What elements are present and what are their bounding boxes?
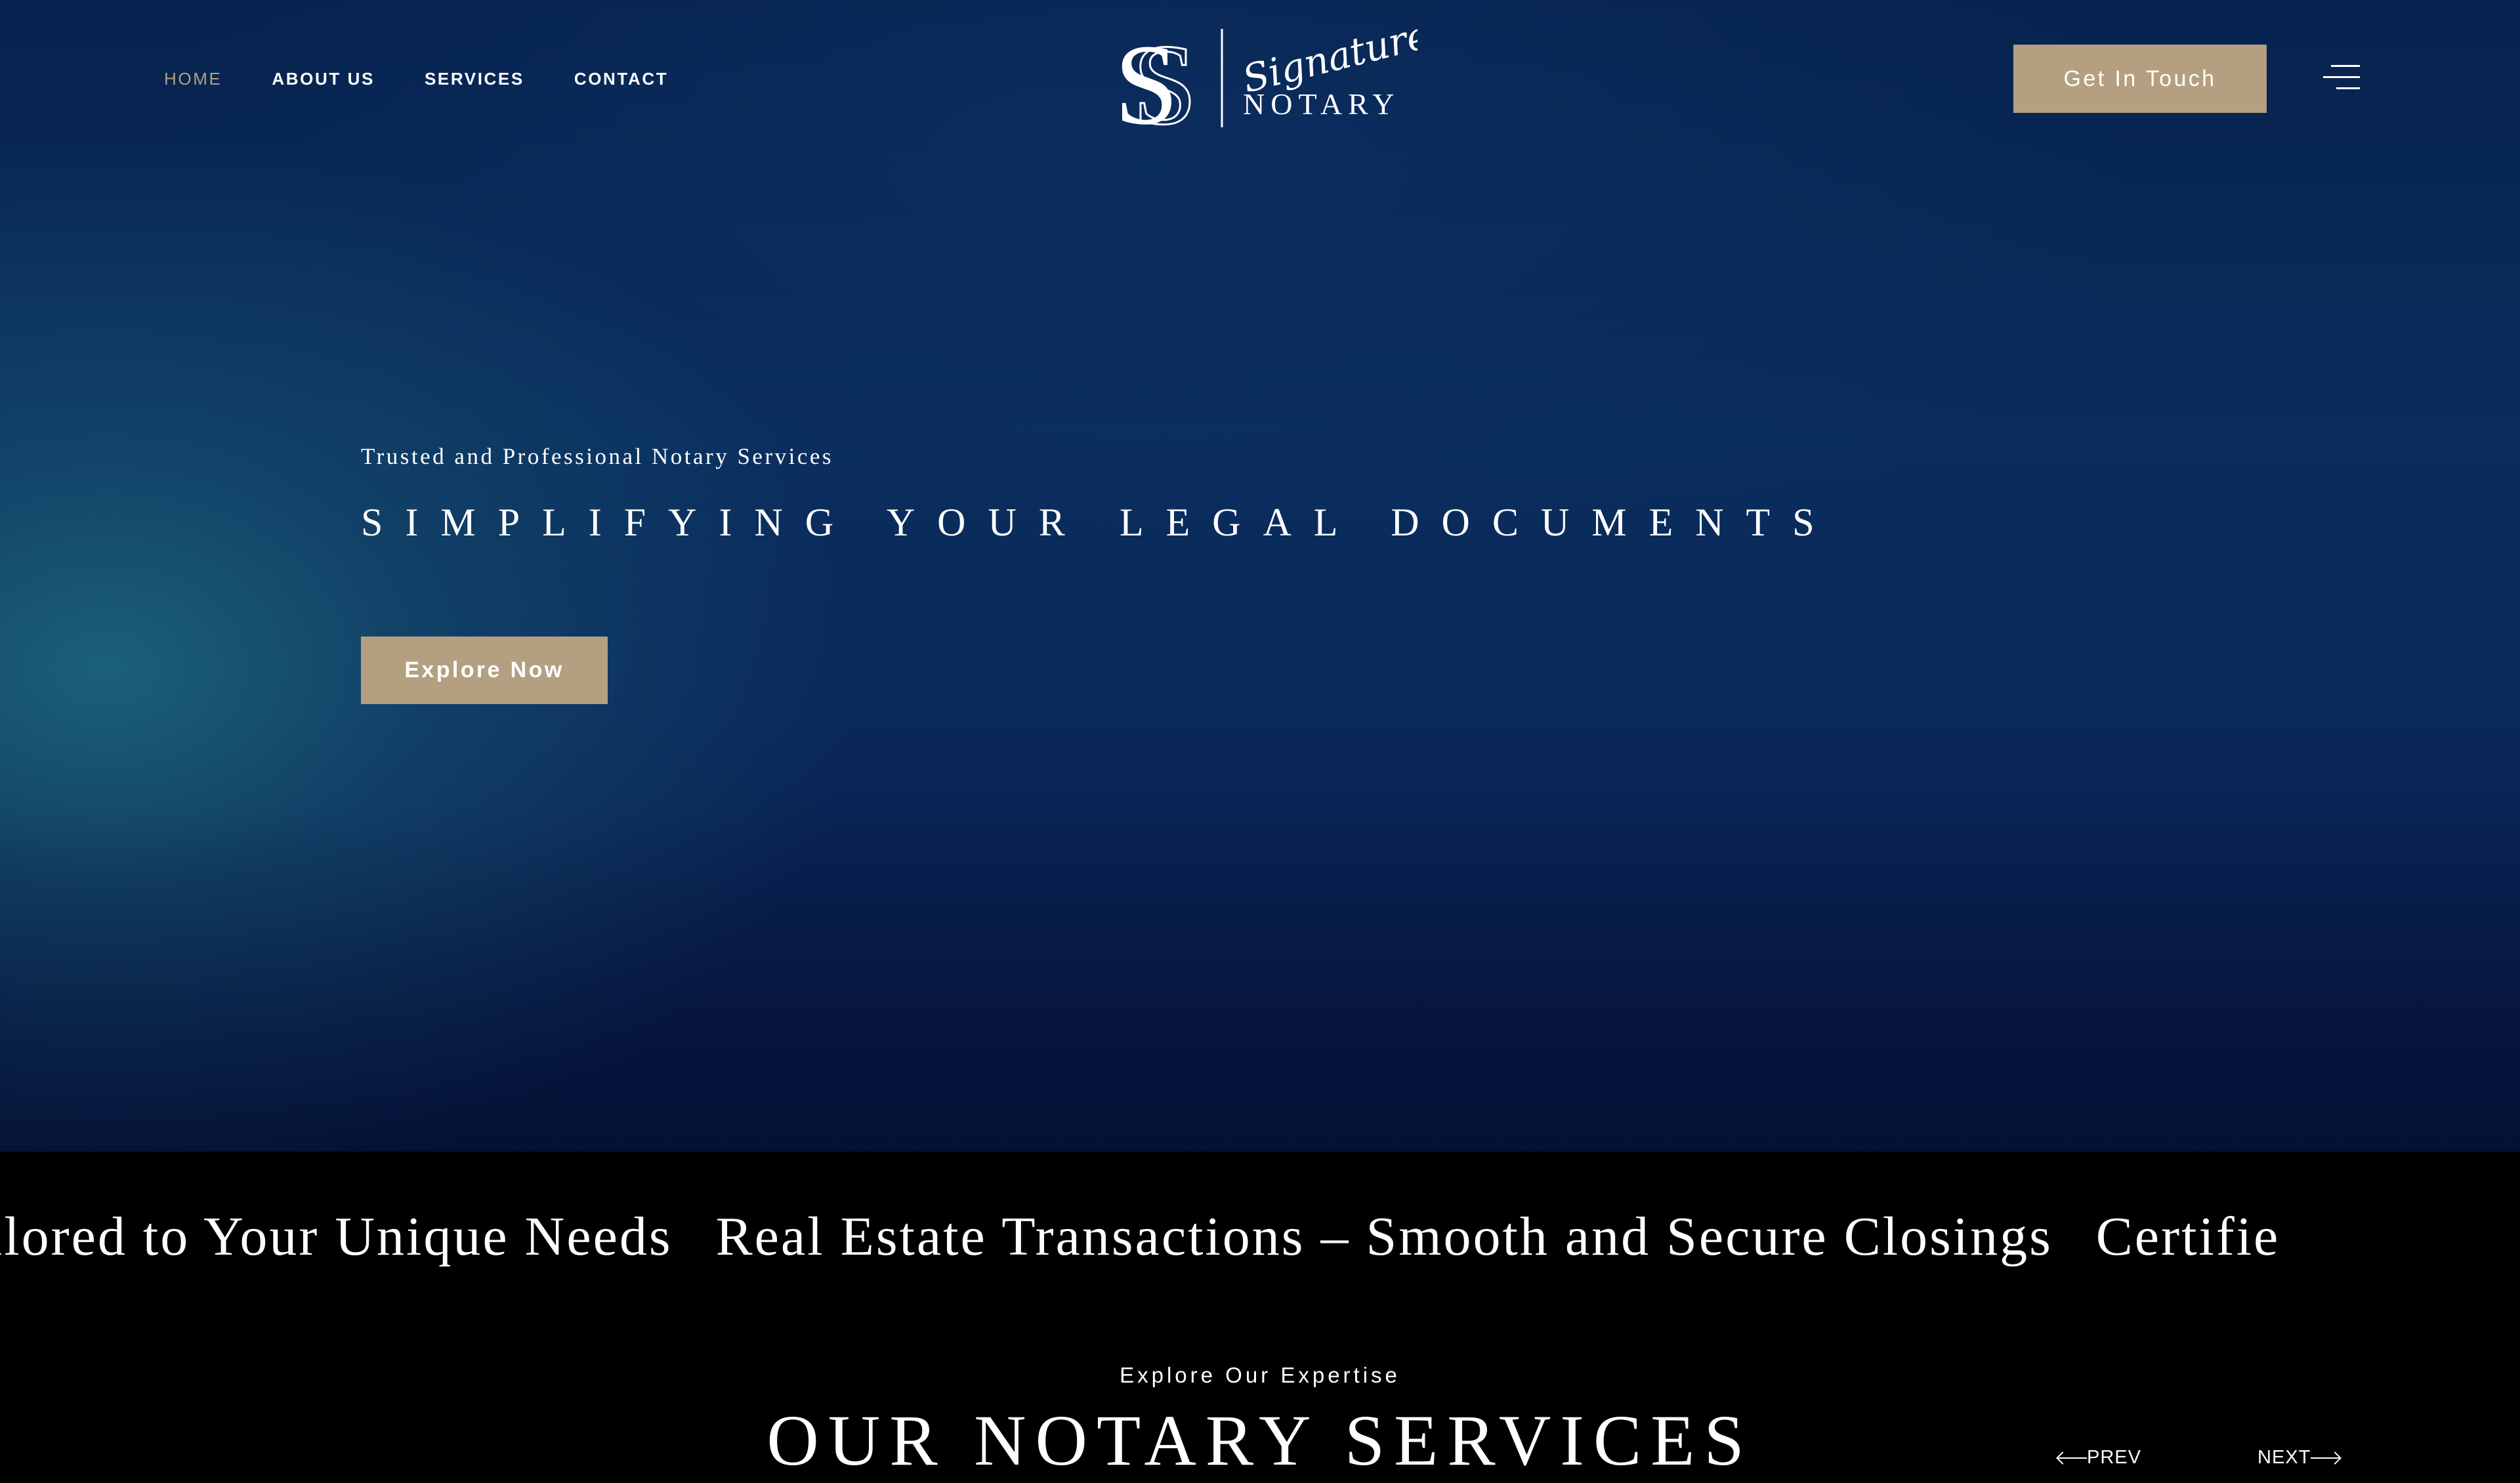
signature-notary-logo[interactable]: S S Signature NOTARY: [1116, 25, 1418, 133]
hero-tagline: Trusted and Professional Notary Services: [361, 444, 834, 469]
prev-label: PREV: [2087, 1447, 2141, 1468]
marquee-item: Real Estate Transactions – Smooth and Se…: [715, 1206, 2053, 1267]
nav-about-us[interactable]: ABOUT US: [272, 68, 375, 90]
services-eyebrow: Explore Our Expertise: [1120, 1363, 1400, 1387]
logo-wordmark: NOTARY: [1243, 87, 1400, 121]
marquee-item: Certifie: [2095, 1206, 2280, 1267]
nav-contact[interactable]: CONTACT: [574, 68, 668, 90]
hero-headline: SIMPLIFYING YOUR LEGAL DOCUMENTS: [361, 501, 1837, 544]
nav-home[interactable]: HOME: [164, 68, 222, 90]
next-button[interactable]: NEXT: [2258, 1447, 2340, 1469]
next-label: NEXT: [2258, 1447, 2311, 1468]
explore-now-button[interactable]: Explore Now: [361, 637, 608, 704]
hamburger-menu-icon[interactable]: [2323, 64, 2360, 90]
arrow-left-icon: [2058, 1457, 2087, 1459]
arrow-right-icon: [2311, 1457, 2340, 1459]
services-title: OUR NOTARY SERVICES: [766, 1400, 1754, 1480]
logo-monogram-s-outline: S: [1133, 25, 1197, 133]
main-nav: HOME ABOUT US SERVICES CONTACT: [164, 68, 718, 90]
prev-button[interactable]: PREV: [2058, 1447, 2141, 1469]
hero-section: HOME ABOUT US SERVICES CONTACT S S Signa…: [0, 0, 2520, 1152]
get-in-touch-button[interactable]: Get In Touch: [2013, 45, 2267, 113]
marquee-item: ilored to Your Unique Needs: [0, 1206, 673, 1267]
nav-services[interactable]: SERVICES: [425, 68, 524, 90]
services-marquee: ilored to Your Unique Needs Real Estate …: [0, 1152, 2520, 1316]
marquee-track: ilored to Your Unique Needs Real Estate …: [0, 1204, 2307, 1270]
